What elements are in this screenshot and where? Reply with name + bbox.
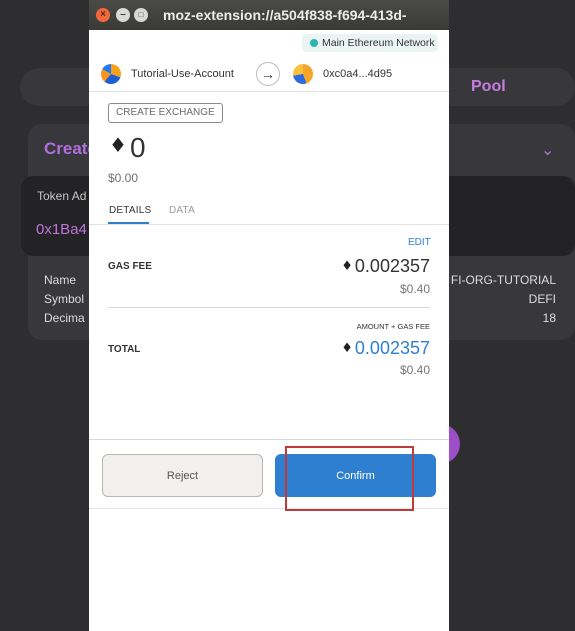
token-address-label: Token Ad: [37, 189, 87, 203]
network-indicator[interactable]: Main Ethereum Network: [302, 34, 438, 52]
token-name-value: FI-ORG-TUTORIAL: [450, 273, 556, 287]
token-address-value[interactable]: 0x1Ba4: [36, 221, 87, 238]
transaction-method-badge: CREATE EXCHANGE: [108, 103, 223, 123]
network-status-dot: [310, 39, 318, 47]
ethereum-icon: ♦: [341, 259, 353, 274]
gas-fee-fiat: $0.40: [399, 282, 430, 296]
details-divider: [108, 307, 430, 308]
footer-divider: [89, 439, 449, 440]
token-name-label: Name: [44, 273, 77, 287]
reject-button[interactable]: Reject: [102, 454, 263, 497]
close-icon[interactable]: ×: [96, 8, 110, 22]
total-label: TOTAL: [108, 344, 141, 355]
amount-plus-gas-caption: AMOUNT + GAS FEE: [356, 322, 430, 331]
confirm-button[interactable]: Confirm: [275, 454, 436, 497]
tabs-divider: [89, 224, 449, 225]
token-decimals-label: Decima: [44, 311, 85, 325]
footer-bottom-divider: [89, 508, 449, 509]
token-symbol-label: Symbol: [44, 292, 85, 306]
ethereum-icon: ♦: [109, 133, 127, 157]
to-account-address[interactable]: 0xc0a4...4d95: [323, 68, 392, 80]
from-account-name[interactable]: Tutorial-Use-Account: [131, 68, 234, 80]
gas-fee-label: GAS FEE: [108, 261, 152, 272]
minimize-icon[interactable]: –: [116, 8, 130, 22]
token-decimals-value: 18: [542, 311, 556, 325]
ethereum-icon: ♦: [341, 341, 353, 356]
window-title: moz-extension://a504f838-f694-413d-: [163, 7, 407, 23]
total-value: ♦ 0.002357: [341, 338, 430, 359]
transaction-amount-value: 0: [129, 132, 146, 163]
to-account-avatar: [293, 64, 313, 84]
token-symbol-value: DEFI: [528, 292, 556, 306]
total-fiat: $0.40: [399, 363, 430, 377]
pool-tab[interactable]: Pool: [471, 78, 506, 96]
window-titlebar: × – □ moz-extension://a504f838-f694-413d…: [89, 0, 449, 30]
network-label: Main Ethereum Network: [322, 37, 435, 49]
chevron-down-icon[interactable]: ⌄: [541, 140, 554, 160]
account-transfer-row: Tutorial-Use-Account → 0xc0a4...4d95: [89, 58, 449, 92]
tab-data[interactable]: DATA: [169, 205, 195, 216]
tab-details[interactable]: DETAILS: [109, 205, 151, 216]
arrow-right-icon: →: [256, 62, 280, 86]
metamask-popup-window: × – □ moz-extension://a504f838-f694-413d…: [89, 0, 449, 631]
from-account-avatar: [101, 64, 121, 84]
transaction-amount: ♦ 0: [109, 132, 146, 164]
transaction-amount-fiat: $0.00: [108, 171, 139, 185]
edit-gas-link[interactable]: EDIT: [408, 237, 431, 248]
gas-fee-amount: 0.002357: [354, 256, 430, 276]
total-amount: 0.002357: [354, 338, 430, 358]
maximize-icon[interactable]: □: [134, 8, 148, 22]
gas-fee-value: ♦ 0.002357: [341, 256, 430, 277]
